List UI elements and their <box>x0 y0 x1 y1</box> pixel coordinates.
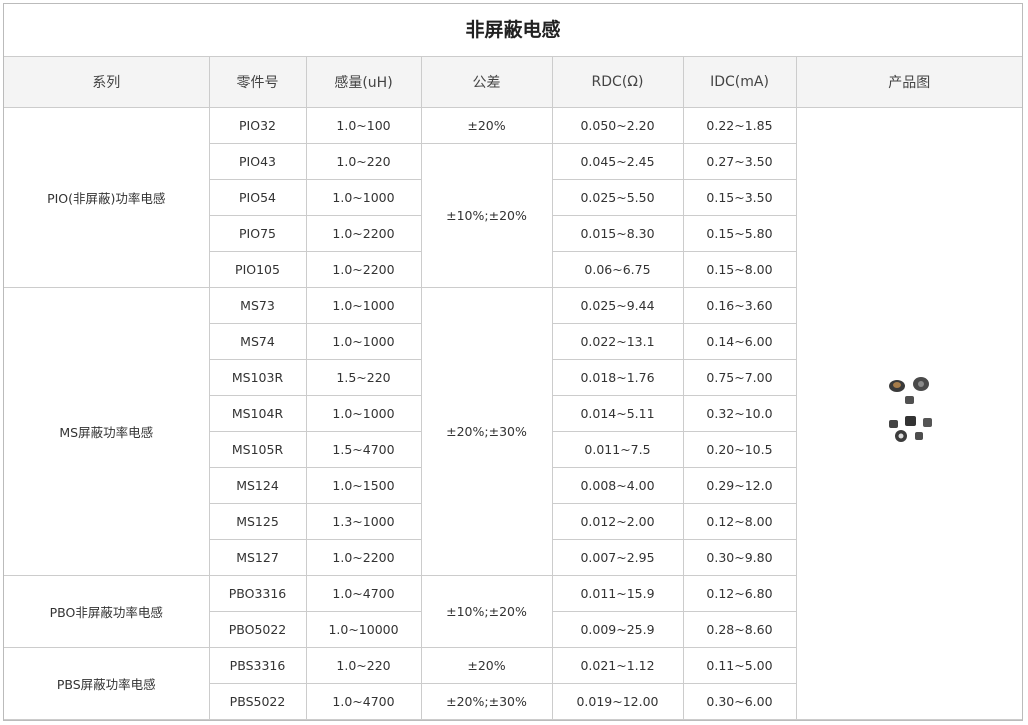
idc-cell: 0.12~8.00 <box>682 503 797 540</box>
inductance-cell: 1.0~220 <box>305 647 422 684</box>
part-cell: PIO43 <box>208 143 307 180</box>
table-row: PIO(非屏蔽)功率电感 PIO32 1.0~100 ±20% 0.050~2.… <box>4 107 1022 720</box>
inductance-cell: 1.0~4700 <box>305 683 422 720</box>
rdc-cell: 0.025~5.50 <box>551 179 684 216</box>
rdc-cell: 0.007~2.95 <box>551 539 684 576</box>
header-inductance: 感量(uH) <box>305 57 422 108</box>
part-cell: PBS3316 <box>208 647 307 684</box>
tolerance-cell: ±10%;±20% <box>420 575 553 648</box>
part-cell: MS74 <box>208 323 307 360</box>
inductance-cell: 1.3~1000 <box>305 503 422 540</box>
inductance-cell: 1.0~10000 <box>305 611 422 648</box>
header-series: 系列 <box>4 57 210 108</box>
inductance-cell: 1.0~220 <box>305 143 422 180</box>
inductance-cell: 1.0~4700 <box>305 575 422 612</box>
part-cell: MS124 <box>208 467 307 504</box>
rdc-cell: 0.050~2.20 <box>551 107 684 144</box>
series-cell: PIO(非屏蔽)功率电感 <box>4 107 210 288</box>
header-part-number: 零件号 <box>208 57 307 108</box>
tolerance-cell: ±20% <box>420 107 553 144</box>
header-idc: IDC(mA) <box>682 57 797 108</box>
spec-table: 系列 零件号 感量(uH) 公差 RDC(Ω) IDC(mA) 产品图 PIO(… <box>4 57 1022 720</box>
rdc-cell: 0.025~9.44 <box>551 287 684 324</box>
part-cell: PBO3316 <box>208 575 307 612</box>
rdc-cell: 0.011~15.9 <box>551 575 684 612</box>
inductance-cell: 1.5~4700 <box>305 431 422 468</box>
idc-cell: 0.75~7.00 <box>682 359 797 396</box>
series-cell: MS屏蔽功率电感 <box>4 287 210 576</box>
header-tolerance: 公差 <box>420 57 553 108</box>
rdc-cell: 0.009~25.9 <box>551 611 684 648</box>
idc-cell: 0.16~3.60 <box>682 287 797 324</box>
part-cell: PBO5022 <box>208 611 307 648</box>
inductance-cell: 1.5~220 <box>305 359 422 396</box>
idc-cell: 0.27~3.50 <box>682 143 797 180</box>
table-title: 非屏蔽电感 <box>4 4 1022 57</box>
idc-cell: 0.11~5.00 <box>682 647 797 684</box>
rdc-cell: 0.011~7.5 <box>551 431 684 468</box>
rdc-cell: 0.021~1.12 <box>551 647 684 684</box>
rdc-cell: 0.008~4.00 <box>551 467 684 504</box>
tolerance-cell: ±20% <box>420 647 553 684</box>
part-cell: MS104R <box>208 395 307 432</box>
idc-cell: 0.12~6.80 <box>682 575 797 612</box>
inductor-table-container: 非屏蔽电感 系列 零件号 感量(uH) 公差 RDC(Ω) IDC(mA) 产品… <box>3 3 1023 721</box>
part-cell: PBS5022 <box>208 683 307 720</box>
inductance-cell: 1.0~100 <box>305 107 422 144</box>
idc-cell: 0.32~10.0 <box>682 395 797 432</box>
part-cell: PIO75 <box>208 215 307 252</box>
product-image-cell <box>795 107 1022 720</box>
idc-cell: 0.15~3.50 <box>682 179 797 216</box>
idc-cell: 0.14~6.00 <box>682 323 797 360</box>
rdc-cell: 0.014~5.11 <box>551 395 684 432</box>
inductance-cell: 1.0~1000 <box>305 395 422 432</box>
inductance-cell: 1.0~1000 <box>305 287 422 324</box>
rdc-cell: 0.06~6.75 <box>551 251 684 288</box>
inductance-cell: 1.0~1000 <box>305 323 422 360</box>
header-rdc: RDC(Ω) <box>551 57 684 108</box>
inductance-cell: 1.0~2200 <box>305 215 422 252</box>
part-cell: MS73 <box>208 287 307 324</box>
part-cell: MS105R <box>208 431 307 468</box>
rdc-cell: 0.019~12.00 <box>551 683 684 720</box>
part-cell: MS125 <box>208 503 307 540</box>
part-cell: MS127 <box>208 539 307 576</box>
part-cell: PIO54 <box>208 179 307 216</box>
rdc-cell: 0.015~8.30 <box>551 215 684 252</box>
series-cell: PBS屏蔽功率电感 <box>4 647 210 720</box>
part-cell: MS103R <box>208 359 307 396</box>
header-row: 系列 零件号 感量(uH) 公差 RDC(Ω) IDC(mA) 产品图 <box>4 57 1022 108</box>
header-product-image: 产品图 <box>795 57 1022 108</box>
tolerance-cell: ±20%;±30% <box>420 683 553 720</box>
series-cell: PBO非屏蔽功率电感 <box>4 575 210 648</box>
idc-cell: 0.22~1.85 <box>682 107 797 144</box>
tolerance-cell: ±10%;±20% <box>420 143 553 288</box>
idc-cell: 0.30~6.00 <box>682 683 797 720</box>
idc-cell: 0.30~9.80 <box>682 539 797 576</box>
idc-cell: 0.15~8.00 <box>682 251 797 288</box>
rdc-cell: 0.045~2.45 <box>551 143 684 180</box>
inductance-cell: 1.0~1500 <box>305 467 422 504</box>
idc-cell: 0.29~12.0 <box>682 467 797 504</box>
idc-cell: 0.20~10.5 <box>682 431 797 468</box>
rdc-cell: 0.012~2.00 <box>551 503 684 540</box>
idc-cell: 0.15~5.80 <box>682 215 797 252</box>
rdc-cell: 0.018~1.76 <box>551 359 684 396</box>
idc-cell: 0.28~8.60 <box>682 611 797 648</box>
inductance-cell: 1.0~1000 <box>305 179 422 216</box>
part-cell: PIO32 <box>208 107 307 144</box>
inductor-product-image <box>889 377 933 442</box>
part-cell: PIO105 <box>208 251 307 288</box>
tolerance-cell: ±20%;±30% <box>420 287 553 576</box>
inductance-cell: 1.0~2200 <box>305 251 422 288</box>
inductance-cell: 1.0~2200 <box>305 539 422 576</box>
rdc-cell: 0.022~13.1 <box>551 323 684 360</box>
